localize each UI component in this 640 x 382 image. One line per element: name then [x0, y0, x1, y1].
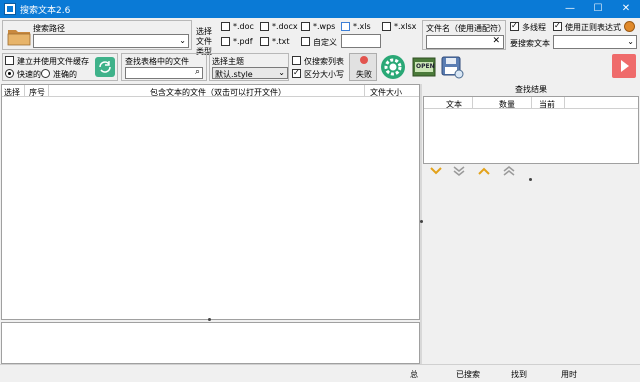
fail-button[interactable]: 失败 — [349, 53, 377, 81]
table-search-label: 查找表格中的文件 — [125, 57, 189, 66]
search-path-combo[interactable]: ⌄ — [33, 34, 189, 48]
col-text[interactable]: 文本 — [446, 99, 462, 110]
status-searched: 已搜索 — [456, 370, 480, 379]
status-found: 找到 — [511, 370, 527, 379]
settings-orb-icon[interactable] — [624, 21, 635, 32]
keyword-combo[interactable]: ⌄ — [553, 35, 637, 49]
theme-label: 选择主题 — [212, 57, 244, 66]
results-table[interactable]: 文本 数量 当前 — [423, 96, 639, 164]
prev-up-icon[interactable] — [478, 166, 490, 176]
title-bar: 搜索文本2.6 — ☐ ✕ — [0, 0, 640, 18]
maximize-button[interactable]: ☐ — [584, 0, 612, 18]
first-up-icon[interactable] — [503, 166, 515, 176]
play-button[interactable] — [612, 54, 636, 78]
window-title: 搜索文本2.6 — [20, 6, 71, 16]
col-select[interactable]: 选择 — [4, 87, 20, 98]
last-down-icon[interactable] — [453, 166, 465, 176]
results-header: 文本 数量 当前 — [424, 97, 638, 109]
results-title: 查找结果 — [515, 85, 547, 94]
status-bar: 总 已搜索 找到 用时 — [0, 364, 640, 382]
custom-ext-input[interactable] — [341, 34, 381, 48]
open-file-icon[interactable]: OPEN — [412, 56, 436, 78]
theme-select[interactable]: 默认.style ⌄ — [212, 67, 288, 79]
error-icon — [360, 56, 368, 64]
search-path-label: 搜索路径 — [33, 24, 65, 33]
refresh-icon[interactable] — [95, 57, 115, 77]
next-down-icon[interactable] — [430, 166, 442, 176]
results-splitter-handle[interactable] — [529, 178, 532, 181]
search-path-group: 搜索路径 ⌄ — [2, 20, 192, 50]
chevron-down-icon: ⌄ — [179, 36, 186, 45]
close-button[interactable]: ✕ — [612, 0, 640, 18]
gear-icon[interactable] — [380, 54, 406, 80]
col-index[interactable]: 序号 — [29, 87, 45, 98]
app-icon — [4, 3, 16, 15]
status-time: 用时 — [561, 370, 577, 379]
chevron-down-icon: ⌄ — [278, 68, 285, 77]
col-size[interactable]: 文件大小 — [370, 87, 402, 98]
theme-group: 选择主题 默认.style ⌄ — [209, 53, 289, 81]
save-icon[interactable] — [440, 55, 464, 79]
col-count[interactable]: 数量 — [499, 99, 515, 110]
search-icon[interactable]: ⌕ — [195, 67, 200, 77]
folder-icon[interactable] — [7, 26, 31, 46]
col-current[interactable]: 当前 — [539, 99, 555, 110]
file-table-header: 选择 序号 包含文本的文件（双击可以打开文件） 文件大小 — [2, 85, 419, 97]
table-search-group: 查找表格中的文件 ⌕ — [121, 53, 207, 81]
vertical-splitter-handle[interactable] — [420, 220, 423, 223]
file-table[interactable]: 选择 序号 包含文本的文件（双击可以打开文件） 文件大小 — [1, 84, 420, 320]
clear-icon[interactable]: ✕ — [492, 36, 500, 46]
chevron-down-icon: ⌄ — [627, 37, 634, 46]
keyword-label: 要搜索文本 — [510, 39, 550, 48]
file-name-group: 文件名（使用通配符） ✕ — [422, 20, 506, 50]
vertical-splitter[interactable] — [420, 84, 422, 364]
index-group: 建立并使用文件缓存 快速的 准确的 — [2, 53, 118, 81]
minimize-button[interactable]: — — [556, 0, 584, 18]
splitter-handle[interactable] — [208, 318, 211, 321]
table-search-input[interactable]: ⌕ — [125, 67, 203, 79]
preview-pane — [1, 322, 420, 364]
col-file[interactable]: 包含文本的文件（双击可以打开文件） — [150, 87, 286, 98]
file-name-label: 文件名（使用通配符） — [426, 24, 506, 33]
status-total: 总 — [410, 370, 418, 379]
file-name-input[interactable]: ✕ — [426, 35, 504, 49]
